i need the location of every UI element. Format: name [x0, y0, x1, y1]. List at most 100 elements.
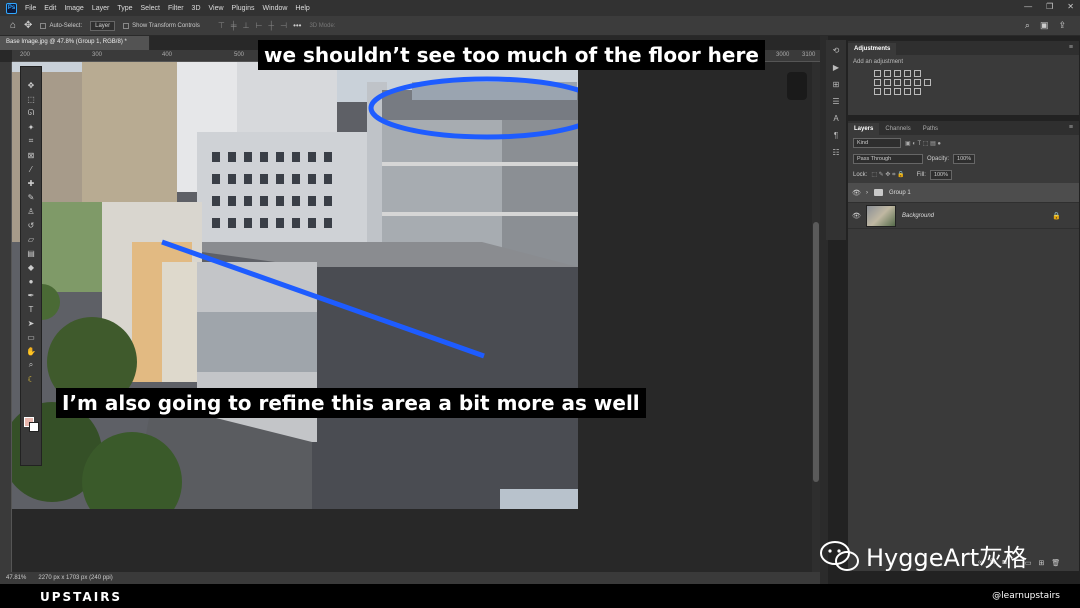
paragraph-icon[interactable]: ¶ — [834, 131, 838, 140]
menu-select[interactable]: Select — [137, 5, 164, 12]
menu-type[interactable]: Type — [113, 5, 136, 12]
visibility-eye-icon[interactable]: 👁 — [852, 212, 861, 220]
color-lookup-icon[interactable] — [924, 79, 931, 86]
invert-icon[interactable] — [874, 88, 881, 95]
tab-layers[interactable]: Layers — [848, 123, 880, 135]
tab-channels[interactable]: Channels — [879, 123, 916, 135]
opacity-field[interactable]: 100% — [953, 154, 976, 164]
vibrance-icon[interactable] — [914, 70, 921, 77]
levels-icon[interactable] — [884, 70, 891, 77]
frame-icon[interactable] — [787, 72, 807, 100]
home-icon[interactable]: ⌂ — [10, 20, 16, 31]
auto-select-checkbox[interactable]: Auto-Select: — [40, 22, 82, 29]
marquee-tool-icon[interactable]: ⬚ — [24, 93, 38, 105]
gradient-tool-icon[interactable]: ▤ — [24, 247, 38, 259]
hand-tool-icon[interactable]: ✋ — [24, 345, 38, 357]
hue-saturation-icon[interactable] — [874, 79, 881, 86]
close-icon[interactable]: ✕ — [1067, 2, 1074, 11]
menu-filter[interactable]: Filter — [164, 5, 188, 12]
new-layer-icon[interactable]: ⊞ — [1039, 559, 1045, 567]
align-top-icon[interactable]: ⊤ — [218, 21, 225, 30]
layer-row[interactable]: 👁 › Group 1 — [848, 183, 1079, 203]
more-options-icon[interactable]: ••• — [293, 21, 301, 30]
menu-window[interactable]: Window — [259, 5, 292, 12]
brightness-icon[interactable] — [874, 70, 881, 77]
share-icon[interactable]: ⇪ — [1058, 20, 1066, 31]
posterize-icon[interactable] — [884, 88, 891, 95]
menu-image[interactable]: Image — [60, 5, 87, 12]
brush-tool-icon[interactable]: ✎ — [24, 191, 38, 203]
channel-mixer-icon[interactable] — [914, 79, 921, 86]
image-canvas[interactable] — [12, 62, 578, 509]
panel-menu-icon[interactable]: ≡ — [1069, 44, 1073, 51]
play-icon[interactable]: ▶ — [833, 63, 839, 72]
workspace-icon[interactable]: ▣ — [1040, 20, 1049, 31]
color-balance-icon[interactable] — [884, 79, 891, 86]
libraries-icon[interactable]: ☰ — [832, 97, 839, 106]
healing-brush-icon[interactable]: ✚ — [24, 177, 38, 189]
lock-icons[interactable]: ⬚ ✎ ✥ ⌗ 🔒 — [871, 171, 904, 179]
lasso-tool-icon[interactable]: ᘏ — [24, 107, 38, 119]
gradient-map-icon[interactable] — [904, 88, 911, 95]
crop-tool-icon[interactable]: ⌗ — [24, 135, 38, 147]
align-left-icon[interactable]: ⊢ — [255, 21, 262, 30]
shape-tool-icon[interactable]: ▭ — [24, 331, 38, 343]
threshold-icon[interactable] — [894, 88, 901, 95]
filter-icons[interactable]: ▣ ◐ T ⬚ ▤ ● — [905, 140, 941, 147]
menu-plugins[interactable]: Plugins — [228, 5, 259, 12]
minimize-icon[interactable]: — — [1024, 2, 1032, 11]
path-selection-icon[interactable]: ➤ — [24, 317, 38, 329]
blur-tool-icon[interactable]: ◆ — [24, 261, 38, 273]
menu-help[interactable]: Help — [291, 5, 313, 12]
banana-icon[interactable]: ☾ — [24, 373, 38, 385]
eyedropper-tool-icon[interactable]: ⁄ — [24, 163, 38, 175]
magic-wand-tool-icon[interactable]: ✦ — [24, 121, 38, 133]
background-color-swatch[interactable] — [29, 422, 39, 432]
document-tab[interactable]: Base Image.jpg @ 47.8% (Group 1, RGB/8) … — [0, 36, 150, 50]
kind-filter-dropdown[interactable]: Kind — [853, 138, 901, 148]
delete-layer-icon[interactable]: 🗑 — [1051, 559, 1060, 567]
eraser-tool-icon[interactable]: ▱ — [24, 233, 38, 245]
auto-select-dropdown[interactable]: Layer — [90, 20, 116, 31]
dodge-tool-icon[interactable]: ● — [24, 275, 38, 287]
adjust-icon[interactable]: ☷ — [832, 148, 839, 157]
align-middle-icon[interactable]: ╪ — [231, 21, 237, 30]
menu-view[interactable]: View — [205, 5, 228, 12]
history-icon[interactable]: ⟲ — [833, 46, 840, 55]
exposure-icon[interactable] — [904, 70, 911, 77]
panel-menu-icon[interactable]: ≡ — [1069, 124, 1073, 131]
frame-tool-icon[interactable]: ⊠ — [24, 149, 38, 161]
vertical-scrollbar[interactable] — [812, 62, 820, 572]
menu-3d[interactable]: 3D — [188, 5, 205, 12]
menu-edit[interactable]: Edit — [40, 5, 60, 12]
history-brush-icon[interactable]: ↺ — [24, 219, 38, 231]
layer-row[interactable]: 👁 Background 🔒 — [848, 203, 1079, 229]
blend-mode-dropdown[interactable]: Pass Through — [853, 154, 923, 164]
menu-layer[interactable]: Layer — [88, 5, 114, 12]
properties-icon[interactable]: ⊞ — [833, 80, 840, 89]
tab-adjustments[interactable]: Adjustments — [848, 43, 897, 55]
type-tool-icon[interactable]: T — [24, 303, 38, 315]
pen-tool-icon[interactable]: ✒ — [24, 289, 38, 301]
zoom-tool-icon[interactable]: ⌕ — [24, 359, 38, 371]
character-icon[interactable]: A — [833, 114, 838, 123]
stamp-tool-icon[interactable]: ♙ — [24, 205, 38, 217]
selective-color-icon[interactable] — [914, 88, 921, 95]
show-transform-checkbox[interactable]: Show Transform Controls — [123, 22, 200, 29]
search-icon[interactable]: ⌕ — [1025, 20, 1030, 31]
visibility-eye-icon[interactable]: 👁 — [852, 189, 861, 197]
expand-chevron-icon[interactable]: › — [866, 190, 868, 196]
move-tool-icon[interactable]: ✥ — [24, 79, 38, 91]
photo-filter-icon[interactable] — [904, 79, 911, 86]
align-center-icon[interactable]: ┼ — [268, 21, 274, 30]
move-tool-options-icon[interactable]: ✥ — [24, 20, 32, 31]
align-right-icon[interactable]: ⊣ — [280, 21, 287, 30]
tab-paths[interactable]: Paths — [917, 123, 944, 135]
black-white-icon[interactable] — [894, 79, 901, 86]
menu-file[interactable]: File — [21, 5, 40, 12]
zoom-level[interactable]: 47.81% — [6, 575, 26, 581]
maximize-icon[interactable]: ❐ — [1046, 2, 1053, 11]
curves-icon[interactable] — [894, 70, 901, 77]
align-bottom-icon[interactable]: ⊥ — [242, 21, 249, 30]
fill-field[interactable]: 100% — [929, 170, 953, 180]
